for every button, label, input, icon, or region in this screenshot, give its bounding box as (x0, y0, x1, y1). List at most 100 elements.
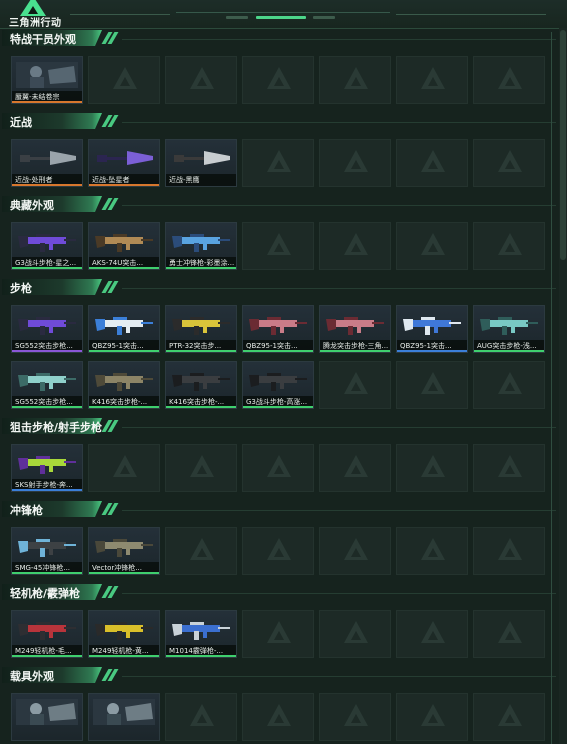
rifle-tan-skin-icon (95, 234, 153, 252)
skin-item-tile[interactable]: SKS射手步枪-奔... (11, 444, 83, 492)
bullpup-blue-skin-icon (403, 317, 461, 335)
section-header: 特战干员外观 (2, 28, 560, 50)
rarity-bar (12, 267, 82, 269)
section-title: 轻机枪/霰弹枪 (10, 587, 81, 600)
section-title: 近战 (10, 116, 32, 129)
empty-slot (165, 693, 237, 741)
rarity-bar (243, 406, 313, 408)
skin-item-tile[interactable]: QBZ95-1突击... (396, 305, 468, 353)
item-grid: SG552突击步枪... QBZ95-1突击... PTR-32突击步... QBZ9… (0, 299, 560, 416)
empty-slot (242, 222, 314, 270)
skin-item-tile[interactable]: AUG突击步枪-浅... (473, 305, 545, 353)
section-1: 近战近战-处刑者 近战-坠星者 近战-黑鹰 (0, 111, 560, 194)
bullpup-teal-skin-icon (480, 317, 538, 335)
empty-slot (473, 527, 545, 575)
smg-blue-skin-icon (172, 234, 230, 252)
rarity-bar (243, 350, 313, 352)
section-header: 轻机枪/霰弹枪 (2, 582, 560, 604)
vehicle-skin-icon (93, 699, 155, 725)
section-header-rule (122, 288, 556, 289)
axe-skin-icon (20, 151, 76, 165)
section-header-rule (122, 122, 556, 123)
rifle-purple-skin-icon (18, 234, 76, 252)
lmg-yellow-skin-icon (95, 622, 153, 640)
skin-item-tile[interactable]: PTR-32突击步... (165, 305, 237, 353)
skin-item-tile[interactable]: 近战-处刑者 (11, 139, 83, 187)
empty-slot (242, 527, 314, 575)
rarity-bar (89, 655, 159, 657)
rarity-bar (12, 489, 82, 491)
empty-slot (319, 139, 391, 187)
skin-item-tile[interactable]: AKS-74U突击... (88, 222, 160, 270)
skin-item-tile[interactable]: QBZ95-1突击... (242, 305, 314, 353)
smg-black-skin-icon (18, 539, 76, 557)
rarity-bar (89, 184, 159, 186)
empty-slot (165, 527, 237, 575)
rarity-bar (89, 267, 159, 269)
skin-item-tile[interactable] (88, 693, 160, 741)
skin-item-tile[interactable]: 腾龙突击步枪-三角... (319, 305, 391, 353)
empty-slot (88, 444, 160, 492)
section-title: 冲锋枪 (10, 504, 43, 517)
empty-slot (396, 610, 468, 658)
skin-item-tile[interactable] (11, 693, 83, 741)
panel-border (551, 32, 552, 744)
section-0: 特战干员外观蜃翼-未结卷宗 (0, 28, 560, 111)
item-grid: SMG-45冲锋枪... Vector冲锋枪... (0, 521, 560, 582)
rarity-bar (12, 101, 82, 103)
rarity-bar (397, 350, 467, 352)
header-divider-right (396, 14, 546, 15)
page-indicator-active (256, 16, 306, 19)
rifle-camo-skin-icon (95, 373, 153, 391)
smg-camo-skin-icon (95, 539, 153, 557)
empty-slot (319, 527, 391, 575)
skin-item-tile[interactable]: G3战斗步枪-星之... (11, 222, 83, 270)
item-grid (0, 687, 560, 744)
skin-item-tile[interactable]: K416突击步枪-... (165, 361, 237, 409)
skin-item-tile[interactable]: 近战-黑鹰 (165, 139, 237, 187)
rifle-black-skin-icon (249, 373, 307, 391)
skin-item-tile[interactable]: 蜃翼-未结卷宗 (11, 56, 83, 104)
empty-slot (396, 527, 468, 575)
rarity-bar (12, 184, 82, 186)
section-header-rule (122, 39, 556, 40)
skin-item-tile[interactable]: 近战-坠星者 (88, 139, 160, 187)
skin-item-tile[interactable]: Vector冲锋枪... (88, 527, 160, 575)
skin-item-tile[interactable]: SG552突击步枪... (11, 361, 83, 409)
empty-slot (165, 56, 237, 104)
skin-item-tile[interactable]: SG552突击步枪... (11, 305, 83, 353)
rarity-bar (474, 350, 544, 352)
skin-item-tile[interactable]: M249轻机枪-毛... (11, 610, 83, 658)
skin-item-tile[interactable]: QBZ95-1突击... (88, 305, 160, 353)
section-5: 冲锋枪 SMG-45冲锋枪... Vector冲锋枪... (0, 499, 560, 582)
vehicle-skin-icon (16, 699, 78, 725)
top-bar: 三角洲行动 (0, 0, 567, 29)
empty-slot (473, 222, 545, 270)
app-title: 三角洲行动 (9, 18, 62, 29)
rarity-bar (320, 350, 390, 352)
rifle-pink-skin-icon (249, 317, 307, 335)
skin-item-tile[interactable]: M249轻机枪-黄... (88, 610, 160, 658)
empty-slot (242, 693, 314, 741)
rarity-bar (166, 655, 236, 657)
rarity-bar (89, 350, 159, 352)
rifle-yellow-skin-icon (172, 317, 230, 335)
skin-item-tile[interactable]: M1014霰弹枪-... (165, 610, 237, 658)
skin-item-tile[interactable]: 勇士冲锋枪-彩墨涂... (165, 222, 237, 270)
scrollbar-thumb[interactable] (560, 30, 566, 260)
skin-item-tile[interactable]: K416突击步枪-... (88, 361, 160, 409)
empty-slot (396, 361, 468, 409)
section-title: 特战干员外观 (10, 33, 76, 46)
empty-slot (396, 693, 468, 741)
empty-slot (242, 610, 314, 658)
section-header: 步枪 (2, 277, 560, 299)
skin-item-tile[interactable]: G3战斗步枪-高涨... (242, 361, 314, 409)
operator-skin-icon (16, 62, 78, 88)
empty-slot (473, 693, 545, 741)
rifle-purple-skin-icon (18, 317, 76, 335)
skin-item-tile[interactable]: SMG-45冲锋枪... (11, 527, 83, 575)
rarity-bar (12, 655, 82, 657)
section-6: 轻机枪/霰弹枪 M249轻机枪-毛... M249轻机枪-黄... M1014霰弹枪-… (0, 582, 560, 665)
collection-scroll-area[interactable]: 特战干员外观 蜃翼-未结卷宗 近战 近战-处刑者 近战-坠星者 近战-黑鹰 典藏外观 G3战斗… (0, 28, 560, 744)
rarity-bar (89, 572, 159, 574)
